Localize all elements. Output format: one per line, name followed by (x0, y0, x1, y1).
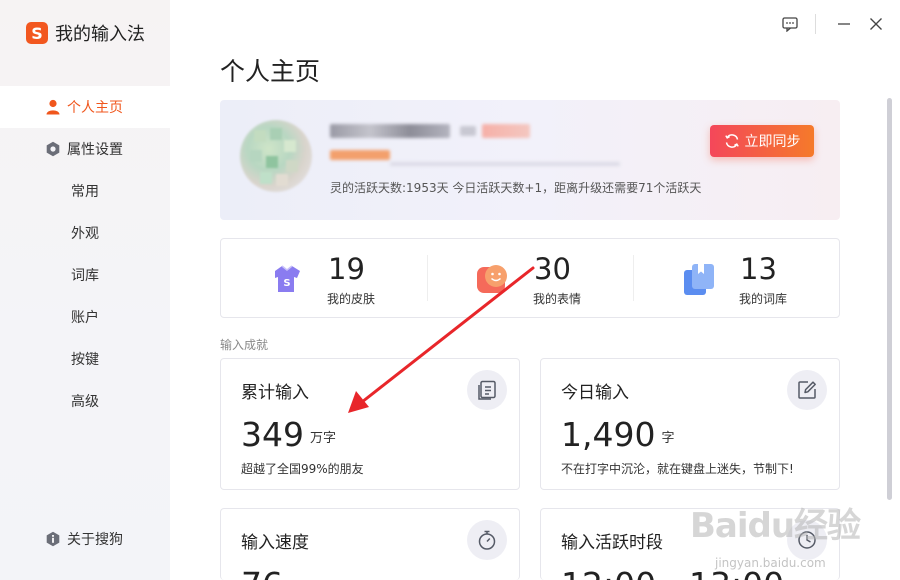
sidebar-item-label: 属性设置 (67, 142, 123, 158)
card-value-row: 1,490 字 (561, 415, 675, 454)
document-icon (467, 370, 507, 410)
skin-icon: S (269, 261, 305, 297)
card-today-input: 今日输入 1,490 字 不在打字中沉沦，就在键盘上迷失，节制下! (540, 358, 840, 490)
minimize-icon[interactable] (834, 14, 854, 34)
card-total-input: 累计输入 349 万字 超越了全国99%的朋友 (220, 358, 520, 490)
sync-now-button[interactable]: 立即同步 (710, 125, 814, 157)
sidebar-item-lexicon[interactable]: 词库 (0, 254, 170, 296)
stat-value: 19 (328, 252, 365, 286)
card-description: 超越了全国99%的朋友 (241, 462, 364, 476)
edit-icon (787, 370, 827, 410)
sidebar-item-label: 账户 (71, 310, 99, 326)
sidebar-item-account[interactable]: 账户 (0, 296, 170, 338)
sidebar-item-label: 外观 (71, 226, 99, 242)
sogou-logo-icon: S (26, 22, 48, 44)
card-title: 输入速度 (241, 533, 309, 553)
avatar[interactable] (240, 120, 312, 192)
card-title: 输入活跃时段 (561, 533, 663, 553)
stat-emojis[interactable]: 30 我的表情 (427, 239, 633, 317)
page-title: 个人主页 (220, 57, 321, 86)
sidebar-item-profile[interactable]: 个人主页 (0, 86, 170, 128)
blurred-tag (482, 124, 530, 138)
card-description: 不在打字中沉沦，就在键盘上迷失，节制下! (561, 462, 794, 476)
window-controls-divider (815, 14, 816, 34)
stat-label: 我的皮肤 (327, 292, 376, 306)
sidebar-item-common[interactable]: 常用 (0, 170, 170, 212)
sidebar-item-settings[interactable]: 属性设置 (0, 128, 170, 170)
stopwatch-icon (467, 520, 507, 560)
stat-lexicons[interactable]: 13 我的词库 (633, 239, 839, 317)
app-brand: S 我的输入法 (26, 20, 145, 46)
emoji-icon (475, 261, 511, 297)
sidebar-item-keys[interactable]: 按键 (0, 338, 170, 380)
person-icon (45, 99, 61, 115)
svg-text:S: S (283, 278, 290, 289)
sidebar-item-about[interactable]: 关于搜狗 (0, 527, 170, 551)
section-label-achievements: 输入成就 (220, 338, 269, 352)
watermark-url: jingyan.baidu.com (715, 556, 826, 570)
stat-skins[interactable]: S 19 我的皮肤 (221, 239, 427, 317)
lexicon-icon (681, 261, 717, 297)
profile-banner: 灵的活跃天数:1953天 今日活跃天数+1，距离升级还需要71个活跃天 立即同步 (220, 100, 840, 220)
stat-label: 我的表情 (533, 292, 582, 306)
feedback-icon[interactable] (780, 14, 800, 34)
sidebar-item-label: 词库 (71, 268, 99, 284)
sidebar-item-label: 按键 (71, 352, 99, 368)
card-value-row: 76 (241, 565, 283, 580)
sidebar-nav: 个人主页 属性设置 常用 外观 词库 账户 按键 高级 (0, 86, 170, 422)
sync-icon (724, 133, 740, 149)
info-icon (45, 531, 61, 547)
sidebar-item-advanced[interactable]: 高级 (0, 380, 170, 422)
stat-label: 我的词库 (739, 292, 788, 306)
card-title: 累计输入 (241, 383, 309, 403)
sidebar-item-label: 高级 (71, 394, 99, 410)
card-input-speed: 输入速度 76 (220, 508, 520, 580)
sidebar-item-label: 常用 (71, 184, 99, 200)
card-value: 1,490 (561, 415, 656, 454)
card-value-row: 349 万字 (241, 415, 336, 454)
blurred-badge (460, 126, 476, 136)
sidebar: S 我的输入法 个人主页 属性设置 常用 外观 词库 账户 按键 高级 关于搜狗 (0, 0, 170, 580)
sidebar-item-appearance[interactable]: 外观 (0, 212, 170, 254)
app-title: 我的输入法 (55, 24, 145, 45)
card-unit: 万字 (310, 431, 337, 446)
card-value: 76 (241, 565, 283, 580)
card-unit: 字 (661, 431, 675, 446)
blurred-username (330, 124, 450, 138)
gear-icon (45, 141, 61, 157)
scrollbar-thumb[interactable] (887, 98, 892, 500)
active-days-text: 灵的活跃天数:1953天 今日活跃天数+1，距离升级还需要71个活跃天 (330, 181, 702, 195)
stats-panel: S 19 我的皮肤 30 我的表情 13 我的词库 (220, 238, 840, 318)
card-value: 349 (241, 415, 304, 454)
sidebar-item-label: 关于搜狗 (67, 532, 123, 548)
sidebar-item-label: 个人主页 (67, 100, 123, 116)
blurred-level-bar (330, 150, 390, 160)
card-title: 今日输入 (561, 383, 629, 403)
sync-button-label: 立即同步 (744, 134, 801, 150)
watermark-text: Baidu经验 (690, 506, 861, 546)
stat-value: 13 (740, 252, 777, 286)
blurred-progress (390, 162, 620, 166)
close-icon[interactable] (866, 14, 886, 34)
stat-value: 30 (534, 252, 571, 286)
